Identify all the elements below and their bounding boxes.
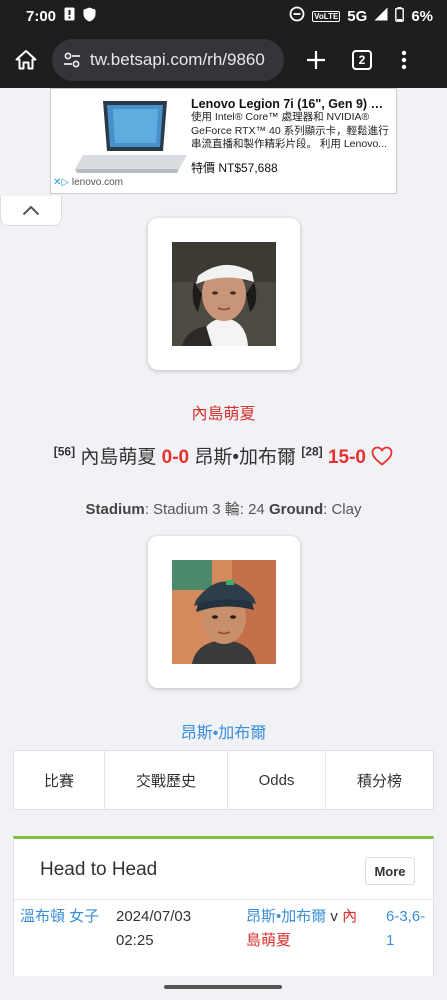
player1-name-link[interactable]: 內島萌夏: [0, 400, 447, 424]
tab-odds[interactable]: Odds: [228, 751, 326, 809]
player2-name-link[interactable]: 昂斯•加布爾: [0, 719, 447, 743]
h2h-date: 2024/07/03: [116, 908, 192, 925]
player2-photo: [172, 560, 276, 664]
tab-match[interactable]: 比賽: [14, 751, 105, 809]
tab-count: 2: [352, 50, 372, 70]
h2h-result-link[interactable]: 6-3,6-1: [386, 905, 432, 953]
more-button[interactable]: More: [365, 857, 415, 885]
status-bar: 7:00 VoLTE 5G 6%: [0, 0, 447, 32]
address-bar[interactable]: tw.betsapi.com/rh/9860: [52, 39, 284, 81]
url-text: tw.betsapi.com/rh/9860: [90, 50, 265, 69]
browser-menu-button[interactable]: [384, 40, 424, 80]
favorite-heart-icon[interactable]: [371, 446, 393, 472]
h2h-time: 02:25: [116, 932, 154, 949]
network-label: 5G: [347, 7, 368, 25]
tab-standings[interactable]: 積分榜: [326, 751, 433, 809]
site-settings-icon[interactable]: [62, 50, 82, 70]
status-left: 7:00: [26, 7, 96, 26]
h2h-vs: v: [326, 908, 343, 925]
score-player2-name: 昂斯•加布爾: [194, 447, 297, 468]
stadium-value: : Stadium 3 輪: 24: [144, 501, 269, 518]
ad-domain: ✕▷ lenovo.com: [53, 177, 123, 188]
player1-rank: [56]: [53, 444, 76, 459]
shield-icon: [83, 7, 96, 26]
player1-photo: [172, 242, 276, 346]
h2h-matchup: 昂斯•加布爾 v 內島萌夏: [246, 905, 368, 953]
volte-badge: VoLTE: [312, 10, 341, 22]
stadium-label: Stadium: [85, 501, 145, 518]
player2-rank: [28]: [301, 444, 323, 459]
ad-domain-text: lenovo.com: [71, 177, 123, 188]
ad-title[interactable]: Lenovo Legion 7i (16", Gen 9) 第 ...: [191, 93, 395, 112]
divider: [14, 899, 433, 900]
page-content: Lenovo Legion 7i (16", Gen 9) 第 ... 使用 I…: [0, 88, 447, 1000]
venue-info: Stadium: Stadium 3 輪: 24 Ground: Clay: [0, 498, 447, 519]
status-time: 7:00: [26, 7, 57, 25]
player2-avatar-card[interactable]: [148, 536, 300, 688]
match-score-line: [56] 內島萌夏 0-0 昂斯•加布爾 [28] 15-0: [0, 442, 447, 472]
plus-icon: [307, 51, 325, 69]
h2h-tournament-link[interactable]: 溫布頓 女子: [20, 905, 112, 929]
collapse-ad-button[interactable]: [0, 196, 62, 226]
more-vert-icon: [401, 50, 407, 70]
gesture-navigation-bar[interactable]: [164, 985, 282, 989]
home-icon: [15, 50, 37, 70]
battery-level: 6%: [411, 7, 433, 25]
h2h-datetime: 2024/07/03 02:25: [116, 905, 208, 953]
browser-toolbar: tw.betsapi.com/rh/9860 2: [0, 32, 447, 88]
h2h-home-player-link[interactable]: 昂斯•加布爾: [246, 908, 326, 925]
signal-icon: [374, 7, 388, 25]
player1-avatar-card[interactable]: [148, 218, 300, 370]
score-player1-name: 內島萌夏: [80, 447, 157, 468]
head-to-head-panel: Head to Head More 溫布頓 女子 2024/07/03 02:2…: [13, 836, 434, 976]
home-button[interactable]: [10, 44, 42, 76]
status-right: VoLTE 5G 6%: [289, 6, 433, 26]
tab-switcher-button[interactable]: 2: [342, 40, 382, 80]
head-to-head-title: Head to Head: [40, 859, 158, 880]
advertisement[interactable]: Lenovo Legion 7i (16", Gen 9) 第 ... 使用 I…: [50, 88, 397, 194]
battery-icon: [395, 6, 405, 26]
ground-value: : Clay: [323, 501, 362, 518]
new-tab-button[interactable]: [296, 40, 336, 80]
tab-head-to-head[interactable]: 交戰歷史: [105, 751, 228, 809]
chevron-up-icon: [22, 205, 40, 216]
notification-icon: [64, 7, 75, 25]
ground-label: Ground: [268, 501, 324, 518]
dnd-icon: [289, 6, 305, 26]
ad-description: 使用 Intel® Core™ 處理器和 NVIDIA® GeForce RTX…: [191, 111, 389, 150]
ad-price: 特價 NT$57,688: [191, 161, 278, 175]
game-score: 15-0: [327, 447, 366, 468]
set-score: 0-0: [161, 447, 190, 468]
match-tabs: 比賽 交戰歷史 Odds 積分榜: [13, 750, 434, 810]
adchoices-icon[interactable]: ✕▷: [53, 177, 69, 188]
